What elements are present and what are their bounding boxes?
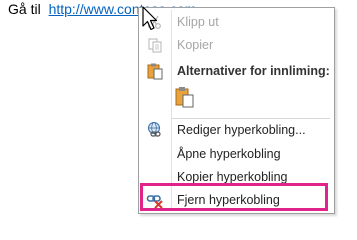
mouse-pointer-icon [142,6,158,31]
menu-item-edit-hyperlink-label: Rediger hyperkobling... [177,123,306,137]
paste-options-header-label: Alternativer for innliming: [177,64,330,78]
paste-options-header: Alternativer for innliming: [139,61,334,81]
menu-item-edit-hyperlink[interactable]: Rediger hyperkobling... [139,120,334,140]
goto-label: Gå til [8,1,41,17]
menu-item-copy[interactable]: Kopier [139,35,334,55]
highlight-box [140,183,328,211]
paste-keep-text-button[interactable] [171,85,197,113]
menu-item-open-hyperlink-label: Åpne hyperkobling [177,147,281,161]
edit-hyperlink-icon [145,121,165,139]
menu-separator [171,118,330,119]
menu-item-copy-label: Kopier [177,38,214,52]
menu-item-cut[interactable]: Klipp ut [139,12,334,32]
clipboard-icon [145,62,165,80]
menu-item-cut-label: Klipp ut [177,15,219,29]
menu-item-open-hyperlink[interactable]: Åpne hyperkobling [139,144,334,164]
paste-keep-text-icon [173,85,195,114]
copy-icon [145,36,165,54]
menu-item-copy-hyperlink-label: Kopier hyperkobling [177,170,288,184]
